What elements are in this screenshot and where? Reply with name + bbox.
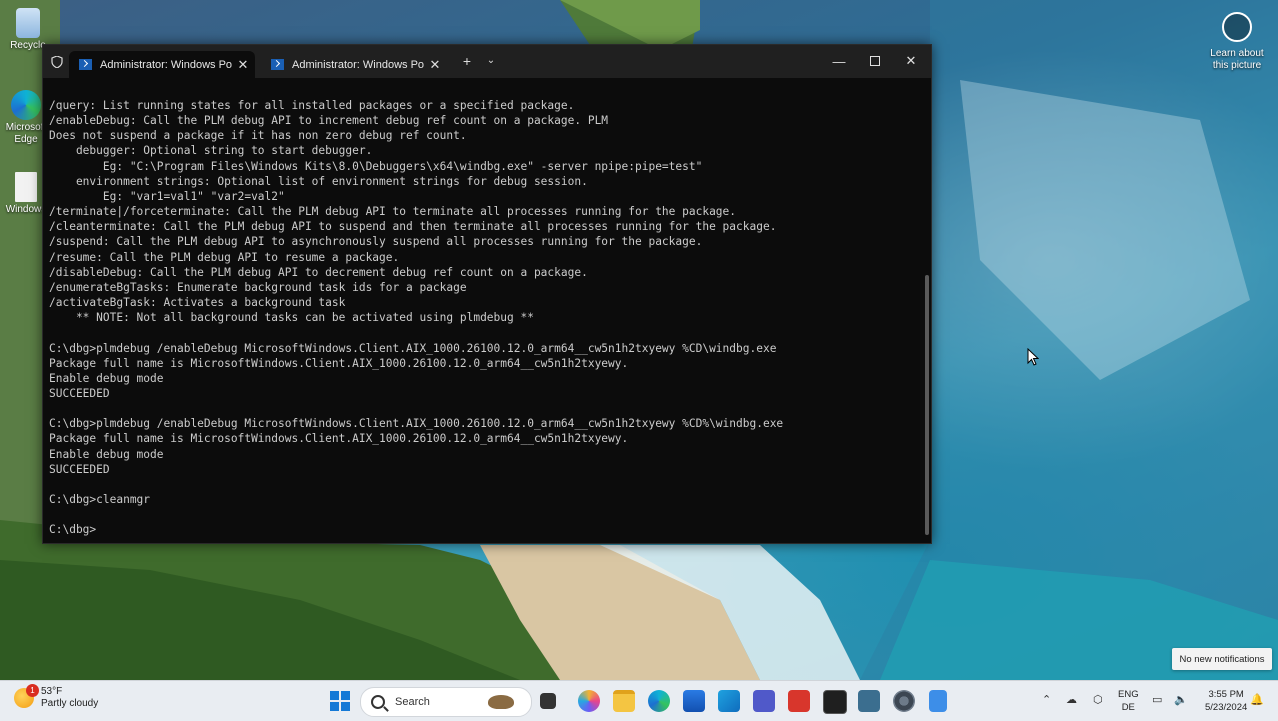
teams-icon[interactable] [753, 690, 775, 712]
edge-icon [11, 90, 41, 120]
search-icon [371, 695, 385, 709]
console-line: Does not suspend a package if it has non… [49, 129, 467, 143]
new-tab-button[interactable]: + [457, 53, 477, 69]
tab-dropdown-button[interactable]: ⌄ [481, 55, 501, 66]
terminal-window[interactable]: Administrator: Windows Powe ✕ Administra… [42, 44, 932, 544]
console-line: /resume: Call the PLM debug API to resum… [49, 250, 400, 264]
maximize-icon [870, 56, 880, 66]
close-tab-icon[interactable]: ✕ [236, 57, 250, 73]
learn-about-picture[interactable]: Learn about this picture [1202, 12, 1272, 72]
task-view-icon[interactable] [540, 693, 556, 709]
console-line: /query: List running states for all inst… [49, 99, 575, 112]
onedrive-icon[interactable]: ☁ [1066, 693, 1077, 706]
console-line: /terminate|/forceterminate: Call the PLM… [49, 205, 737, 219]
maximize-button[interactable] [857, 51, 893, 71]
console-line: /enableDebug: Call the PLM debug API to … [49, 114, 609, 128]
weather-widget[interactable]: 1 53°F Partly cloudy [14, 684, 99, 710]
console-line: C:\dbg>plmdebug /enableDebug MicrosoftWi… [49, 341, 777, 355]
minimize-button[interactable]: — [821, 51, 857, 71]
console-line: ** NOTE: Not all background tasks can be… [49, 311, 534, 325]
bell-icon[interactable]: 🔔 [1250, 693, 1264, 706]
console-line: Package full name is MicrosoftWindows.Cl… [49, 432, 629, 446]
volume-icon[interactable]: 🔈 [1174, 693, 1188, 706]
file-explorer-icon[interactable] [613, 690, 635, 712]
start-icon [330, 691, 350, 711]
copilot-icon[interactable] [578, 690, 600, 712]
app-icon[interactable] [858, 690, 880, 712]
powershell-icon [271, 59, 284, 70]
notepad-icon[interactable] [929, 690, 947, 712]
console-line: /activateBgTask: Activates a background … [49, 296, 346, 310]
security-icon[interactable]: ⬡ [1093, 693, 1103, 706]
edge-icon[interactable] [648, 690, 670, 712]
shield-icon [51, 56, 63, 68]
photos-icon[interactable] [718, 690, 740, 712]
tab-powershell-1[interactable]: Administrator: Windows Powe ✕ [69, 51, 255, 78]
terminal-titlebar[interactable]: Administrator: Windows Powe ✕ Administra… [43, 45, 931, 78]
minimize-icon: — [832, 53, 846, 69]
weather-condition: Partly cloudy [41, 698, 99, 709]
console-line: Enable debug mode [49, 371, 164, 385]
weather-icon: 1 [14, 684, 39, 708]
weather-temp: 53°F [41, 686, 63, 697]
console-line: C:\dbg>plmdebug /enableDebug MicrosoftWi… [49, 417, 784, 431]
network-icon[interactable]: ▭ [1152, 693, 1162, 706]
console-line: /suspend: Call the PLM debug API to asyn… [49, 235, 703, 249]
console-line: Package full name is MicrosoftWindows.Cl… [49, 356, 629, 370]
powershell-icon [79, 59, 92, 70]
tab-powershell-2[interactable]: Administrator: Windows Powe ✕ [261, 51, 447, 78]
taskbar-search[interactable]: Search [360, 687, 532, 717]
start-button[interactable] [329, 690, 351, 712]
console-line: Eg: "var1=val1" "var2=val2" [49, 189, 285, 203]
console-line: C:\dbg>cleanmgr [49, 493, 151, 507]
store-icon[interactable] [683, 690, 705, 712]
settings-icon[interactable] [893, 690, 915, 712]
console-line: SUCCEEDED [49, 386, 110, 400]
scrollbar[interactable] [925, 275, 929, 535]
console-line: SUCCEEDED [49, 462, 110, 476]
console-output[interactable]: /query: List running states for all inst… [43, 78, 919, 543]
close-button[interactable]: ✕ [893, 51, 929, 71]
close-icon: ✕ [905, 53, 917, 68]
console-line: environment strings: Optional list of en… [49, 174, 588, 188]
console-line: C:\dbg> [49, 523, 97, 537]
recycle-bin-icon [16, 8, 40, 38]
console-line: Enable debug mode [49, 447, 164, 461]
terminal-icon[interactable] [823, 690, 847, 714]
document-icon [15, 172, 37, 202]
console-line: /disableDebug: Call the PLM debug API to… [49, 265, 588, 279]
notification-toast[interactable]: No new notifications [1172, 648, 1272, 670]
close-tab-icon[interactable]: ✕ [428, 57, 442, 73]
console-line: /cleanterminate: Call the PLM debug API … [49, 220, 777, 234]
console-line: Eg: "C:\Program Files\Windows Kits\8.0\D… [49, 159, 703, 173]
chevron-up-icon[interactable]: ⌃ [1042, 693, 1051, 706]
mouse-cursor-icon [1027, 348, 1039, 366]
camera-icon [1222, 12, 1252, 42]
console-line: /enumerateBgTasks: Enumerate background … [49, 280, 467, 294]
turtle-search-highlight-icon [487, 695, 514, 709]
taskbar: 1 53°F Partly cloudy Search ⌃ ☁ ⬡ ENG DE… [0, 680, 1278, 721]
app-red-icon[interactable] [788, 690, 810, 712]
weather-badge: 1 [26, 684, 39, 697]
console-line: debugger: Optional string to start debug… [49, 144, 373, 158]
language-indicator[interactable]: ENG DE [1118, 688, 1139, 714]
clock[interactable]: 3:55 PM 5/23/2024 [1205, 688, 1247, 714]
